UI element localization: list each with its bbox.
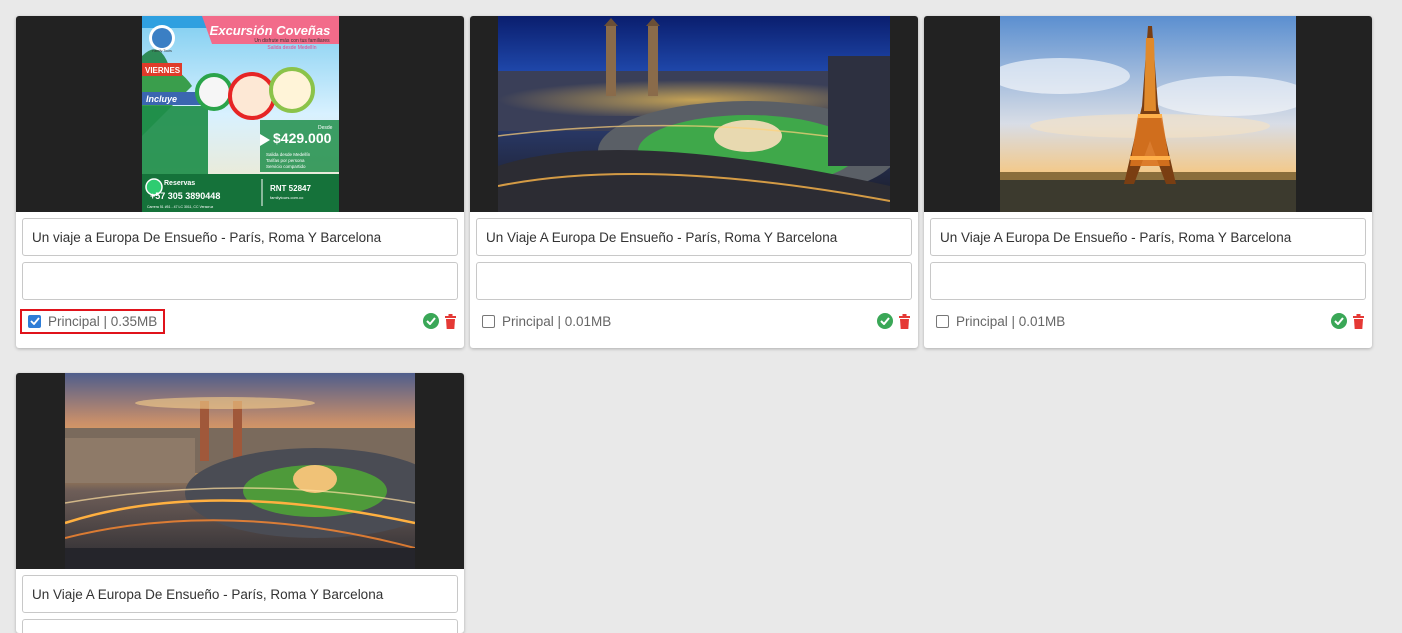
title-input[interactable]: Un Viaje A Europa De Ensueño - París, Ro… [476,218,912,256]
flyer-logo-caption: Family Tours [152,49,172,53]
flyer-website: familytours.com.co [270,195,304,200]
title-input[interactable]: Un Viaje A Europa De Ensueño - París, Ro… [22,575,458,613]
principal-label: Principal | 0.01MB [502,313,612,329]
barcelona-night-photo[interactable] [498,16,890,212]
description-input[interactable] [22,262,458,300]
check-circle-icon[interactable] [1331,313,1347,329]
title-input[interactable]: Un Viaje A Europa De Ensueño - París, Ro… [930,218,1366,256]
card-actions [877,313,910,329]
principal-checkbox[interactable] [482,314,495,328]
image-area [470,16,918,212]
flyer-reservas: Reservas [164,180,195,187]
check-circle-icon[interactable] [423,313,439,329]
principal-option[interactable]: Principal | 0.01MB [474,309,619,334]
checkmark-icon [29,317,40,325]
flyer-image[interactable]: Excursión Coveñas Un disfrute más con tu… [141,16,339,212]
card-actions [423,313,456,329]
flyer-rnt: RNT 52847 [270,184,311,193]
principal-option[interactable]: Principal | 0.01MB [928,309,1073,334]
image-card-3: Un Viaje A Europa De Ensueño - París, Ro… [924,16,1372,348]
description-input[interactable] [476,262,912,300]
card-footer: Principal | 0.35MB [16,300,464,342]
flyer-heading: Excursión Coveñas [209,23,330,38]
image-card-1: Excursión Coveñas Un disfrute más con tu… [16,16,464,348]
card-footer: Principal | 0.01MB [470,300,918,342]
card-footer: Principal | 0.01MB [924,300,1372,342]
flyer-price-prefix: Desde [318,125,333,131]
description-input[interactable] [22,619,458,633]
flyer-tagline: Un disfrute más con tus familiares [254,38,330,44]
image-area [16,373,464,569]
image-area [924,16,1372,212]
image-card-4: Un Viaje A Europa De Ensueño - París, Ro… [16,373,464,633]
eiffel-tower-photo[interactable] [1000,16,1296,212]
flyer-price: $429.000 [273,130,332,146]
image-card-2: Un Viaje A Europa De Ensueño - París, Ro… [470,16,918,348]
principal-label: Principal | 0.01MB [956,313,1066,329]
trash-icon[interactable] [899,313,910,329]
flyer-bullet-2: Tarifas por persona [266,158,305,163]
principal-checkbox[interactable] [28,314,41,328]
check-circle-icon[interactable] [877,313,893,329]
flyer-address: Carrera 51 #51 - 47 LC 3011, CC Veracruz [147,205,214,209]
trash-icon[interactable] [445,313,456,329]
image-area: Excursión Coveñas Un disfrute más con tu… [16,16,464,212]
barcelona-sunset-photo[interactable] [65,373,415,569]
principal-option[interactable]: Principal | 0.35MB [20,308,166,334]
flyer-includes: Incluye [146,94,177,104]
flyer-day: VIERNES [145,66,181,75]
principal-label: Principal | 0.35MB [48,313,158,329]
flyer-departure: Salida desde Medellín [267,45,316,51]
title-input[interactable]: Un viaje a Europa De Ensueño - París, Ro… [22,218,458,256]
flyer-bullet-3: Servicio compartido [266,164,306,169]
flyer-phone: +57 305 3890448 [150,191,220,201]
flyer-bullet-1: Salida desde Medellín [266,152,311,157]
principal-checkbox[interactable] [936,314,949,328]
card-actions [1331,313,1364,329]
description-input[interactable] [930,262,1366,300]
trash-icon[interactable] [1353,313,1364,329]
